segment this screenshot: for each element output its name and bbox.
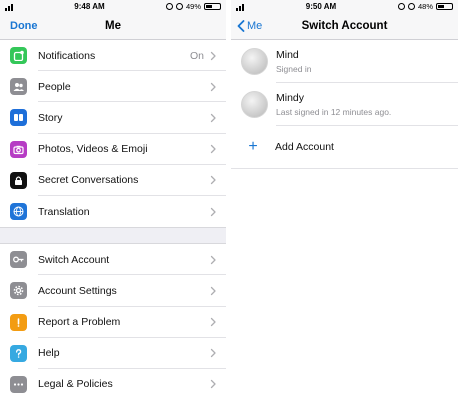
notification-icon (10, 47, 27, 65)
signal-icon (5, 3, 13, 11)
row-value: On (189, 49, 204, 62)
chevron-right-icon (210, 286, 216, 296)
lock-icon (10, 171, 27, 189)
battery-percent: 49% (185, 2, 201, 11)
section-gap (0, 227, 226, 245)
status-time: 9:48 AM (74, 2, 105, 11)
page-title: Me (105, 20, 121, 32)
status-time: 9:50 AM (305, 2, 337, 11)
row-label: People (38, 80, 71, 93)
avatar (241, 91, 268, 118)
settings-row-legal-policies[interactable]: Legal & Policies (0, 369, 226, 400)
chevron-right-icon (210, 113, 216, 123)
chevron-right-icon (210, 380, 216, 389)
battery-fill (206, 5, 213, 8)
chevron-right-icon (210, 349, 216, 358)
story-icon (10, 109, 27, 127)
plus-icon: + (248, 138, 258, 155)
me-screen: 9:48 AM 49% Done Me Notifications On Peopl… (0, 0, 226, 400)
settings-group: Notifications On People Story Photos, Videos… (0, 40, 226, 228)
row-label: Story (38, 111, 63, 124)
row-label: Legal & Policies (38, 378, 113, 391)
status-bar: 9:48 AM 49% (0, 0, 226, 13)
row-label: Account Settings (38, 284, 117, 297)
status-bar: 9:50 AM 48% (231, 0, 458, 13)
battery-icon (436, 3, 453, 10)
navigation-bar: Me Switch Account (231, 13, 458, 40)
settings-row-notifications[interactable]: Notifications On (0, 40, 226, 72)
settings-row-help[interactable]: Help (0, 338, 226, 369)
battery-percent: 48% (417, 2, 433, 11)
chevron-right-icon (210, 207, 216, 216)
chevron-right-icon (210, 317, 216, 327)
done-button[interactable]: Done (10, 20, 38, 32)
account-name: Mind (276, 49, 299, 61)
account-status: Signed in (276, 64, 312, 74)
settings-row-photos-videos-emoji[interactable]: Photos, Videos & Emoji (0, 134, 226, 165)
navigation-bar: Done Me (0, 13, 226, 40)
chevron-right-icon (210, 82, 216, 91)
more-icon (10, 375, 27, 393)
avatar (241, 48, 268, 75)
chevron-right-icon (210, 145, 216, 154)
settings-row-report-a-problem[interactable]: Report a Problem (0, 307, 226, 338)
settings-list: Notifications On People Story Photos, Videos… (0, 40, 226, 400)
chevron-left-icon (237, 20, 245, 32)
gear-icon (10, 282, 27, 300)
chevron-right-icon (210, 176, 216, 185)
settings-row-people[interactable]: People (0, 71, 226, 103)
row-label: Help (38, 347, 60, 360)
add-account-button[interactable]: + Add Account (231, 126, 458, 169)
account-list: Mind Signed in Mindy Last signed in 12 minu… (231, 40, 458, 126)
signal-icon (236, 3, 244, 11)
back-label[interactable]: Me (247, 20, 262, 32)
warning-icon (10, 313, 27, 331)
settings-row-story[interactable]: Story (0, 102, 226, 134)
account-name: Mindy (276, 92, 305, 104)
help-icon (10, 344, 27, 362)
account-status: Last signed in 12 minutes ago. (276, 107, 392, 117)
people-icon (10, 78, 27, 96)
add-account-label: Add Account (275, 141, 334, 153)
settings-group: Switch Account Account Settings Report a P… (0, 244, 226, 400)
alarm-icon (407, 3, 415, 10)
back-button[interactable]: Me (237, 20, 262, 32)
alarm-icon (175, 3, 183, 10)
chevron-right-icon (210, 51, 216, 60)
chevron-right-icon (210, 255, 216, 264)
globe-icon (10, 203, 27, 221)
camera-icon (10, 140, 27, 158)
settings-row-switch-account[interactable]: Switch Account (0, 244, 226, 276)
row-divider (276, 125, 458, 126)
location-icon (397, 3, 405, 10)
row-label: Switch Account (38, 253, 110, 266)
row-label: Photos, Videos & Emoji (38, 143, 148, 156)
settings-row-account-settings[interactable]: Account Settings (0, 275, 226, 307)
settings-row-secret-conversations[interactable]: Secret Conversations (0, 165, 226, 196)
switch-account-screen: 9:50 AM 48% Me Switch Account Mind Signed… (231, 0, 458, 400)
battery-fill (438, 5, 445, 8)
row-label: Notifications (38, 49, 96, 62)
page-title: Switch Account (301, 20, 388, 32)
key-icon (10, 251, 27, 269)
row-label: Secret Conversations (38, 174, 139, 187)
location-icon (165, 3, 173, 10)
account-row[interactable]: Mindy Last signed in 12 minutes ago. (231, 83, 458, 126)
battery-icon (204, 3, 221, 10)
row-label: Report a Problem (38, 316, 121, 329)
account-row[interactable]: Mind Signed in (231, 40, 458, 83)
settings-row-translation[interactable]: Translation (0, 196, 226, 227)
row-label: Translation (38, 205, 90, 218)
